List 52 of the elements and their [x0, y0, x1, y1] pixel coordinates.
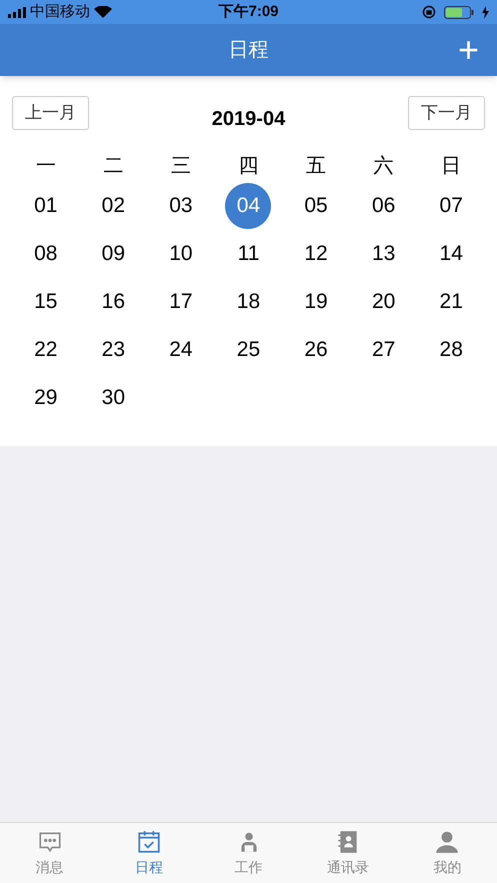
person-icon — [434, 829, 460, 855]
day-cell[interactable]: 10 — [158, 231, 204, 277]
battery-icon — [444, 6, 474, 18]
day-cell[interactable]: 08 — [22, 231, 69, 277]
day-cell[interactable]: 15 — [22, 279, 69, 325]
wifi-icon — [94, 6, 112, 18]
day-cell[interactable]: 24 — [158, 327, 204, 373]
day-cell[interactable]: 28 — [428, 327, 474, 373]
day-cell[interactable]: 13 — [360, 231, 407, 277]
day-cell[interactable]: 07 — [428, 183, 474, 229]
weekday-label: 日 — [441, 154, 462, 179]
signal-icon — [8, 6, 26, 18]
day-cell[interactable]: 11 — [225, 231, 272, 277]
day-cell[interactable]: 01 — [22, 183, 69, 229]
day-cell[interactable]: 22 — [22, 327, 69, 373]
add-button[interactable]: + — [458, 30, 479, 70]
day-cell[interactable]: 12 — [293, 231, 340, 277]
day-cell[interactable]: 29 — [22, 375, 69, 421]
day-cell[interactable]: 27 — [360, 327, 407, 373]
charging-icon — [482, 6, 489, 18]
previous-month-button[interactable]: 上一月 — [12, 96, 89, 130]
day-cell[interactable]: 21 — [428, 279, 474, 325]
status-time: 下午7:09 — [218, 2, 279, 22]
day-cell[interactable]: 26 — [293, 327, 340, 373]
month-title: 2019-04 — [212, 107, 286, 132]
day-cell[interactable]: 17 — [158, 279, 204, 325]
tab-item[interactable]: 日程 — [99, 823, 199, 883]
weekday-label: 六 — [374, 154, 394, 179]
next-month-button[interactable]: 下一月 — [408, 96, 485, 130]
day-cell[interactable]: 02 — [90, 183, 136, 229]
day-cell[interactable]: 23 — [90, 327, 136, 373]
day-cell[interactable]: 18 — [225, 279, 272, 325]
page-title: 日程 — [228, 38, 268, 63]
weekday-label: 五 — [306, 154, 326, 179]
day-cell[interactable]: 14 — [428, 231, 474, 277]
weekday-label: 三 — [170, 154, 191, 179]
day-cell[interactable]: 16 — [90, 279, 136, 325]
day-cell[interactable]: 05 — [293, 183, 340, 229]
day-cell[interactable]: 06 — [360, 183, 407, 229]
carrier-name: 中国移动 — [30, 2, 90, 22]
rotation-lock-icon — [422, 5, 436, 19]
weekday-label: 二 — [103, 154, 124, 179]
day-cell[interactable]: 30 — [90, 375, 136, 421]
day-cell[interactable]: 20 — [360, 279, 407, 325]
day-cell[interactable]: 19 — [293, 279, 340, 325]
weekday-label: 一 — [36, 154, 56, 179]
calendar-check-icon — [136, 829, 162, 855]
day-cell[interactable]: 03 — [158, 183, 204, 229]
day-cell[interactable]: 25 — [225, 327, 272, 373]
day-cell[interactable]: 04 — [225, 183, 272, 229]
day-cell[interactable]: 09 — [90, 231, 136, 277]
weekday-label: 四 — [238, 154, 258, 179]
